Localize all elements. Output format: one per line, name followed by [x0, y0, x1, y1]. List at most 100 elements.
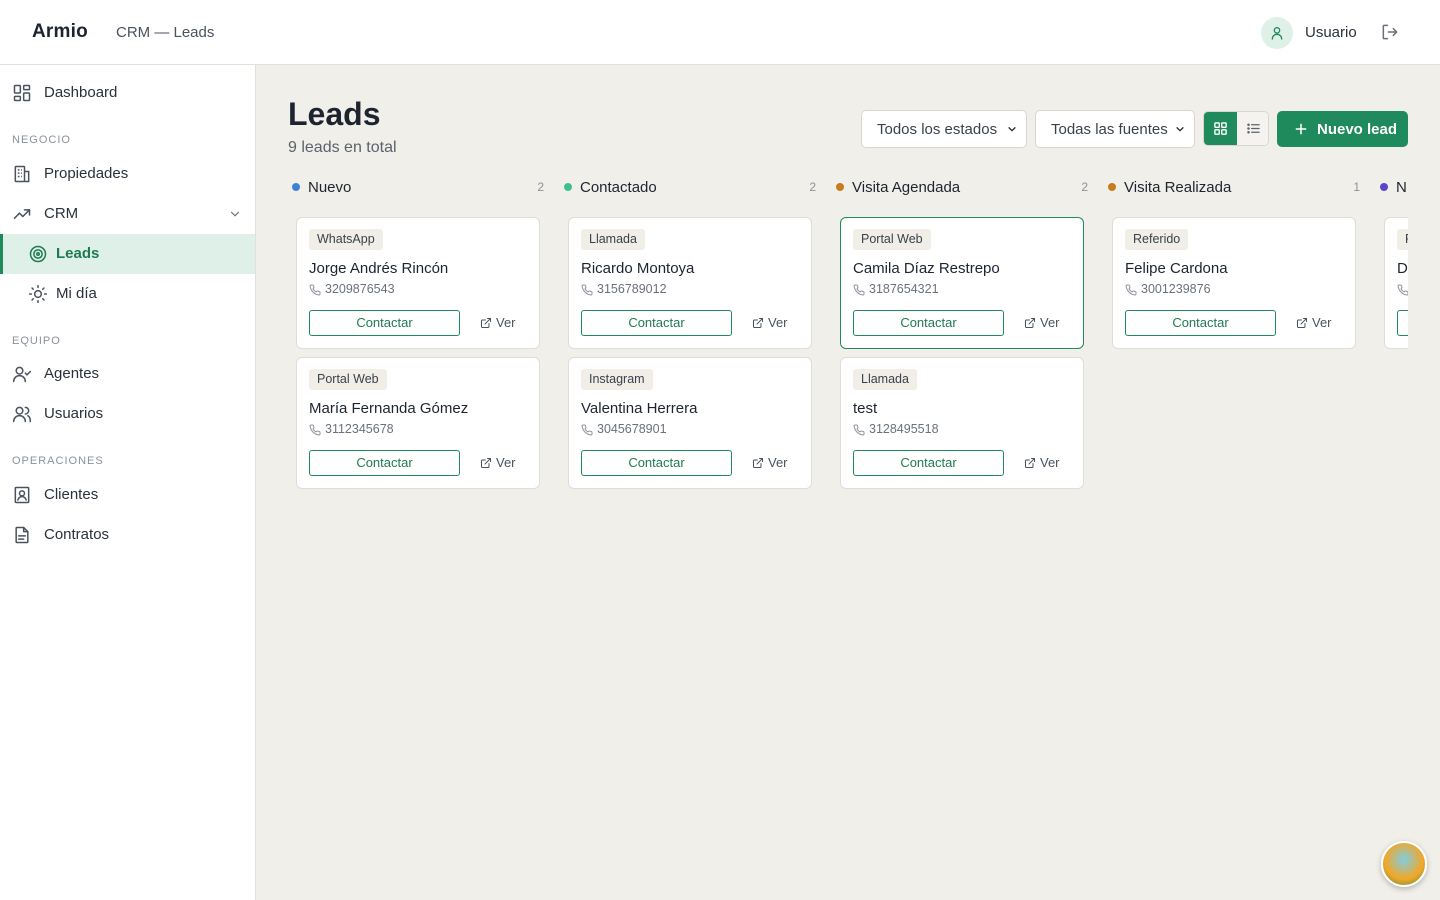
contact-button[interactable]: Contactar [581, 450, 732, 476]
source-badge: Llamada [581, 229, 645, 250]
source-badge: Portal Web [309, 369, 387, 390]
lead-phone: 3045678901 [597, 422, 667, 436]
sidebar-item-usuarios[interactable]: Usuarios [0, 394, 255, 434]
column-count: 2 [809, 180, 816, 194]
sun-icon [28, 284, 48, 304]
sidebar-item-label: CRM [44, 205, 79, 222]
assistant-bubble-button[interactable] [1381, 841, 1427, 887]
contact-button[interactable]: Contactar [309, 310, 460, 336]
column-title: Contactado [580, 179, 657, 196]
logout-icon[interactable] [1380, 22, 1400, 42]
lead-card[interactable]: Llamada Ricardo Montoya 3156789012 Conta… [568, 217, 812, 349]
status-filter-select[interactable]: Todos los estados [861, 110, 1027, 148]
source-filter-select[interactable]: Todas las fuentes [1035, 110, 1195, 148]
lead-name: Camila Díaz Restrepo [853, 260, 1000, 277]
user-icon [1271, 27, 1283, 40]
lead-card[interactable]: F D [1384, 217, 1408, 349]
sidebar-item-label: Contratos [44, 526, 110, 543]
status-filter-value: Todos los estados [877, 120, 998, 138]
sidebar-item-clientes[interactable]: Clientes [0, 475, 255, 515]
phone-icon [309, 424, 321, 436]
grid-icon [1214, 122, 1227, 135]
grid-view-button[interactable] [1204, 112, 1237, 145]
source-badge: Llamada [853, 369, 917, 390]
lead-card[interactable]: Portal Web María Fernanda Gómez 31123456… [296, 357, 540, 489]
sidebar-item-agentes[interactable]: Agentes [0, 354, 255, 394]
chevron-down-icon [1176, 127, 1184, 132]
lead-phone: 3001239876 [1141, 282, 1211, 296]
list-icon [1247, 123, 1260, 134]
list-view-button[interactable] [1237, 112, 1268, 145]
lead-name: María Fernanda Gómez [309, 400, 469, 417]
section-label-equipo: EQUIPO [12, 335, 61, 347]
status-dot [292, 183, 300, 191]
contact-book-icon [14, 486, 30, 504]
new-lead-button[interactable]: Nuevo lead [1277, 111, 1408, 147]
chevron-down-icon[interactable] [228, 207, 242, 221]
source-badge: F [1397, 229, 1408, 250]
contact-button[interactable]: Contactar [309, 450, 460, 476]
sidebar-item-leads[interactable]: Leads [0, 234, 255, 274]
sidebar-item-propiedades[interactable]: Propiedades [0, 154, 255, 194]
sidebar-item-label: Agentes [44, 365, 100, 382]
view-label: Ver [768, 455, 788, 470]
sidebar-item-label: Dashboard [44, 84, 118, 101]
lead-name: Valentina Herrera [581, 400, 698, 417]
external-link-icon [481, 458, 491, 468]
lead-card[interactable]: Referido Felipe Cardona 3001239876 Conta… [1112, 217, 1356, 349]
column-count: 1 [1353, 180, 1360, 194]
kanban-column-contactado: Contactado 2 Llamada Ricardo Montoya 315… [560, 170, 816, 500]
status-dot [1108, 183, 1116, 191]
sidebar-item-label: Usuarios [44, 405, 104, 422]
external-link-icon [481, 318, 491, 328]
lead-phone: 3187654321 [869, 282, 939, 296]
status-dot [836, 183, 844, 191]
column-header: Visita Agendada 2 [832, 178, 1088, 198]
leads-count: 9 leads en total [288, 139, 397, 156]
lead-name: Felipe Cardona [1125, 260, 1228, 277]
lead-card[interactable]: Llamada test 3128495518 Contactar Ver [840, 357, 1084, 489]
column-count: 2 [1081, 180, 1088, 194]
phone-icon [581, 284, 593, 296]
dashboard-icon [13, 84, 31, 102]
external-link-icon [753, 458, 763, 468]
kanban-board: Nuevo 2 WhatsApp Jorge Andrés Rincón 320… [288, 170, 1408, 900]
contact-button[interactable] [1397, 310, 1408, 336]
kanban-column-visita-agendada: Visita Agendada 2 Portal Web Camila Díaz… [832, 170, 1088, 500]
source-badge: WhatsApp [309, 229, 383, 250]
page-title: Leads [288, 96, 381, 132]
phone-icon [581, 424, 593, 436]
brand-logo[interactable]: Armio [32, 21, 88, 43]
trending-up-icon [13, 209, 31, 219]
lead-card[interactable]: WhatsApp Jorge Andrés Rincón 3209876543 … [296, 217, 540, 349]
contact-button[interactable]: Contactar [1125, 310, 1276, 336]
phone-icon [309, 284, 321, 296]
contact-button[interactable]: Contactar [853, 450, 1004, 476]
contact-button[interactable]: Contactar [581, 310, 732, 336]
lead-card[interactable]: Instagram Valentina Herrera 3045678901 C… [568, 357, 812, 489]
lead-name: Jorge Andrés Rincón [309, 260, 449, 277]
lead-name: D [1397, 260, 1408, 277]
column-title: N [1396, 179, 1407, 196]
lead-name: test [853, 400, 878, 417]
lead-phone: 3128495518 [869, 422, 939, 436]
lead-card[interactable]: Portal Web Camila Díaz Restrepo 31876543… [840, 217, 1084, 349]
user-name[interactable]: Usuario [1305, 24, 1357, 41]
user-avatar[interactable] [1261, 17, 1293, 49]
plus-icon [1295, 123, 1307, 135]
sidebar-item-crm[interactable]: CRM [0, 194, 255, 234]
users-icon [12, 406, 32, 423]
building-icon [14, 165, 30, 183]
column-header: Visita Realizada 1 [1104, 178, 1360, 198]
sidebar-item-dashboard[interactable]: Dashboard [0, 73, 255, 113]
contact-button[interactable]: Contactar [853, 310, 1004, 336]
sidebar-item-mi-dia[interactable]: Mi día [0, 274, 255, 314]
phone-icon [853, 424, 865, 436]
view-label: Ver [768, 315, 788, 330]
chevron-down-icon [1008, 127, 1016, 132]
target-icon [29, 245, 47, 263]
section-label-negocio: NEGOCIO [12, 134, 71, 146]
view-toggle [1203, 111, 1269, 146]
sidebar-item-contratos[interactable]: Contratos [0, 515, 255, 555]
view-label: Ver [1040, 455, 1060, 470]
